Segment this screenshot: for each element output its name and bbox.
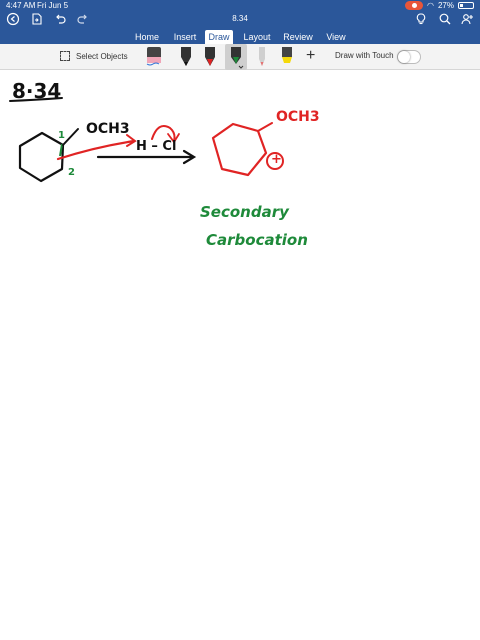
draw-ribbon: Select Objects + Draw with Touch xyxy=(0,44,480,70)
screen-recording-icon xyxy=(405,1,423,10)
document-title: 8.34 xyxy=(232,14,248,23)
highlighter-tool[interactable] xyxy=(276,44,298,70)
app-header: 4:47 AM Fri Jun 5 ◠ 27% 8.34 Home Insert… xyxy=(0,0,480,44)
carbocation-charge: + xyxy=(271,152,282,167)
battery-percent: 27% xyxy=(437,1,454,10)
lasso-select-icon xyxy=(60,51,70,61)
status-indicators: ◠ 27% xyxy=(405,1,474,10)
wifi-icon: ◠ xyxy=(427,1,434,10)
problem-number: 8·34 xyxy=(12,79,62,103)
reagent-hcl: H – Cl xyxy=(136,139,177,154)
ribbon-tabs: Home Insert Draw Layout Review View xyxy=(0,30,480,44)
toggle-knob xyxy=(398,51,410,63)
label-secondary: Secondary xyxy=(200,203,289,221)
product-substituent: OCH3 xyxy=(276,109,320,125)
label-carbocation: Carbocation xyxy=(206,231,308,249)
add-pen-button[interactable]: + xyxy=(306,48,315,64)
pen-red-tool[interactable] xyxy=(199,44,221,70)
pencil-tool[interactable] xyxy=(251,44,273,70)
battery-icon xyxy=(458,2,474,9)
pen-green-tool[interactable] xyxy=(225,44,247,70)
select-objects-button[interactable]: Select Objects xyxy=(60,51,128,61)
document-canvas[interactable]: 8·34 OCH3 1 2 H – Cl OCH3 + Secondary Ca… xyxy=(0,71,480,640)
tab-home[interactable]: Home xyxy=(130,30,164,44)
search-icon[interactable] xyxy=(438,12,452,26)
status-date: Fri Jun 5 xyxy=(37,1,69,10)
eraser-tool[interactable] xyxy=(143,44,165,70)
tab-view[interactable]: View xyxy=(322,30,350,44)
locant-2: 2 xyxy=(68,167,75,178)
tab-layout[interactable]: Layout xyxy=(240,30,274,44)
pen-black-tool[interactable] xyxy=(175,44,197,70)
status-time: 4:47 AM xyxy=(6,1,36,10)
reactant-substituent: OCH3 xyxy=(86,121,130,137)
lightbulb-icon[interactable] xyxy=(414,12,428,26)
select-objects-label: Select Objects xyxy=(76,51,128,61)
draw-with-touch-label: Draw with Touch xyxy=(335,51,394,60)
share-icon[interactable] xyxy=(460,12,474,26)
draw-with-touch-toggle[interactable] xyxy=(397,50,421,64)
ink-layer xyxy=(9,97,284,183)
tab-draw[interactable]: Draw xyxy=(205,30,233,44)
tab-review[interactable]: Review xyxy=(280,30,316,44)
locant-1: 1 xyxy=(58,130,65,141)
tab-insert[interactable]: Insert xyxy=(168,30,202,44)
status-bar: 4:47 AM Fri Jun 5 ◠ 27% xyxy=(0,0,480,12)
